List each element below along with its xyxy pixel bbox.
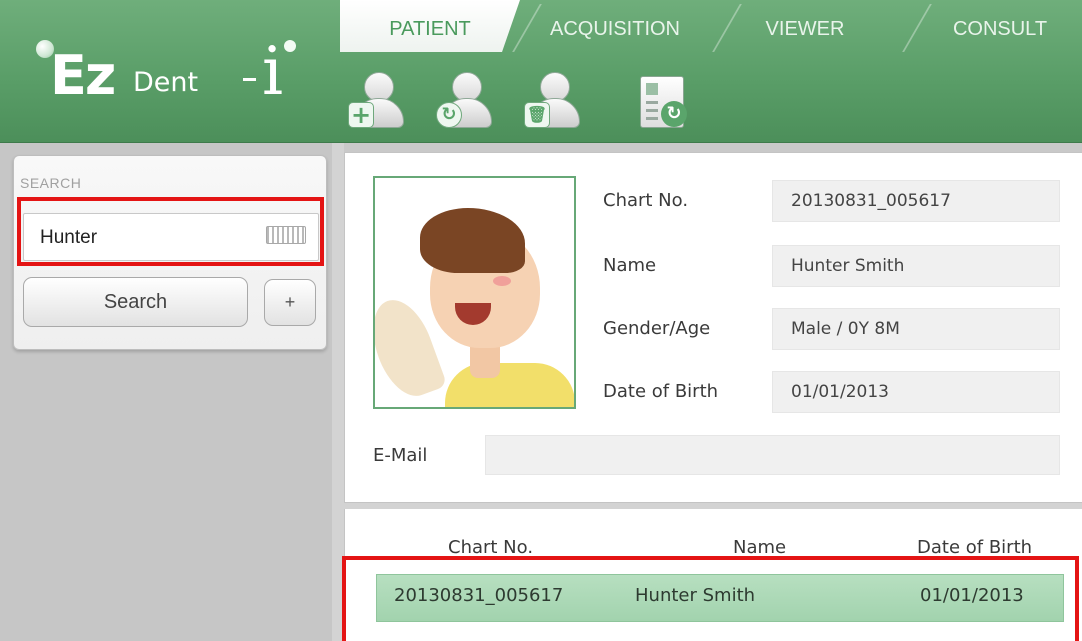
add-patient-icon[interactable]: +	[348, 68, 408, 136]
patient-photo[interactable]	[373, 176, 576, 409]
tab-acquisition[interactable]: ACQUISITION	[530, 0, 700, 52]
ezdent-logo: Ez Dent i	[30, 30, 320, 120]
expand-search-button[interactable]: +	[264, 279, 316, 326]
chart-no-value: 20130831_005617	[772, 180, 1060, 222]
patient-card-refresh-icon[interactable]: ↻	[636, 68, 696, 136]
column-header-chart-no[interactable]: Chart No.	[448, 537, 533, 558]
row-dob: 01/01/2013	[920, 585, 1024, 606]
dob-value: 01/01/2013	[772, 371, 1060, 413]
tab-viewer[interactable]: VIEWER	[735, 0, 875, 52]
delete-patient-icon[interactable]: 🗑	[524, 68, 584, 136]
column-header-name[interactable]: Name	[733, 537, 786, 558]
keyboard-icon[interactable]	[266, 226, 306, 244]
logo-dot-small	[284, 40, 296, 52]
modify-patient-icon[interactable]: ↻	[436, 68, 496, 136]
tab-patient[interactable]: PATIENT	[340, 0, 520, 52]
main-tabs: PATIENT ACQUISITION VIEWER CONSULT	[340, 0, 1082, 52]
name-value: Hunter Smith	[772, 245, 1060, 287]
name-label: Name	[603, 255, 657, 276]
tab-consult[interactable]: CONSULT	[925, 0, 1075, 52]
search-button[interactable]: Search	[23, 277, 248, 327]
row-name: Hunter Smith	[635, 585, 756, 606]
row-chart-no: 20130831_005617	[394, 585, 564, 606]
column-header-dob[interactable]: Date of Birth	[917, 537, 1032, 558]
email-label: E-Mail	[373, 445, 428, 466]
gender-age-label: Gender/Age	[603, 318, 711, 339]
gender-age-value: Male / 0Y 8M	[772, 308, 1060, 350]
search-input[interactable]	[40, 224, 250, 252]
search-title: SEARCH	[20, 175, 82, 191]
chart-no-label: Chart No.	[603, 190, 689, 211]
email-value	[485, 435, 1060, 475]
panel-divider	[332, 143, 344, 641]
dob-label: Date of Birth	[603, 381, 719, 402]
